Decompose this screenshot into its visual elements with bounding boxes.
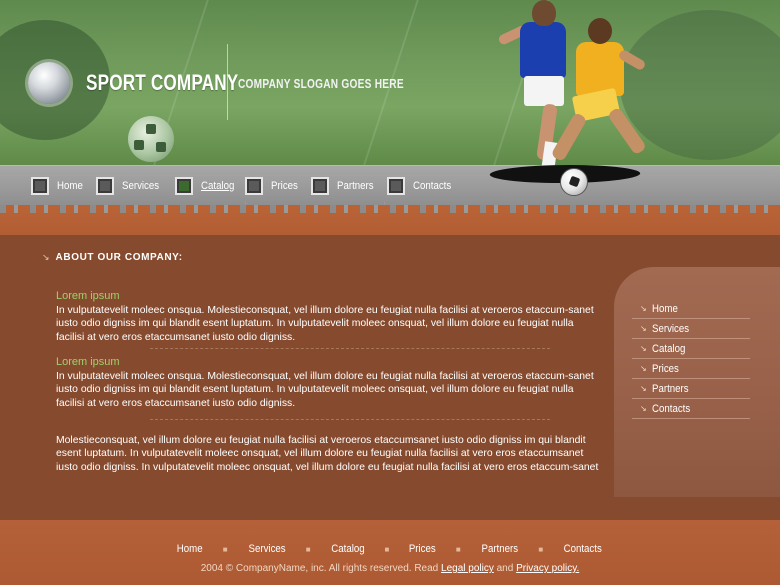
sidebar-item-label: Prices [651,362,679,375]
sidebar-item-label: Catalog [651,342,686,355]
copyright-prefix: 2004 © CompanyName, inc. All rights rese… [200,563,439,574]
arrow-icon: ↘ [640,324,647,333]
sidebar-item-prices[interactable]: ↘ Prices [632,359,750,379]
section-title: Lorem ipsum [56,290,120,302]
footer-link-services[interactable]: Services [248,543,285,555]
footer-link-prices[interactable]: Prices [409,543,436,555]
arrow-icon: ↘ [640,304,647,313]
nav-item-home[interactable]: Home [31,176,86,196]
sidebar-item-catalog[interactable]: ↘ Catalog [632,339,750,359]
sidebar-menu: ↘ Home ↘ Services ↘ Catalog ↘ Prices ↘ P… [614,267,780,497]
nav-square-icon [311,177,329,195]
content-section: Lorem ipsum In vulputatevelit moleec ons… [56,290,604,344]
logo-icon [28,62,70,104]
sidebar-item-contacts[interactable]: ↘ Contacts [632,399,750,419]
nav-item-contacts[interactable]: Contacts [387,176,456,196]
copyright-and: and [496,563,514,574]
header-divider [227,44,228,120]
nav-square-icon [31,177,49,195]
nav-item-services[interactable]: Services [96,176,164,196]
header-banner: SPORT COMPANY COMPANY SLOGAN GOES HERE [0,0,780,165]
section-title: Lorem ipsum [56,356,120,368]
closing-text: Molestieconsquat, vel illum dolore eu fe… [56,435,599,473]
sidebar-item-label: Services [651,322,689,335]
bullet-separator: ■ [222,544,228,554]
arrow-icon: ↘ [640,384,647,393]
sidebar-item-home[interactable]: ↘ Home [632,299,750,319]
section-text: In vulputatevelit moleec onsqua. Molesti… [56,305,594,343]
nav-label: Partners [337,180,374,192]
copyright-text: 2004 © CompanyName, inc. All rights rese… [0,563,780,574]
sidebar-item-label: Partners [651,382,689,395]
section-separator [150,348,550,349]
nav-item-catalog[interactable]: Catalog [175,176,239,196]
sidebar-item-partners[interactable]: ↘ Partners [632,379,750,399]
footer-navigation: Home ■ Services ■ Catalog ■ Prices ■ Par… [0,543,780,555]
nav-label: Services [122,180,160,192]
torn-edge-strip [0,205,780,235]
nav-item-partners[interactable]: Partners [311,176,379,196]
nav-item-prices[interactable]: Prices [245,176,302,196]
about-heading: ABOUT OUR COMPANY: [55,252,183,263]
legal-policy-link[interactable]: Legal policy [441,563,494,574]
bullet-separator: ■ [455,544,461,554]
arrow-icon: ↘ [640,364,647,373]
footer-link-catalog[interactable]: Catalog [331,543,364,555]
nav-label: Home [57,180,83,192]
nav-square-icon [96,177,114,195]
company-name: SPORT COMPANY [86,70,239,95]
bullet-separator: ■ [538,544,544,554]
bullet-separator: ■ [384,544,390,554]
section-separator [150,419,550,420]
privacy-policy-link[interactable]: Privacy policy. [516,563,579,574]
nav-label: Prices [271,180,298,192]
arrow-icon: ↘ [42,252,50,262]
section-heading: ↘ ABOUT OUR COMPANY: [42,252,183,263]
section-text: In vulputatevelit moleec onsqua. Molesti… [56,371,594,409]
bullet-separator: ■ [305,544,311,554]
footer-link-home[interactable]: Home [177,543,203,555]
sidebar-item-services[interactable]: ↘ Services [632,319,750,339]
nav-label: Contacts [413,180,452,192]
content-section: Lorem ipsum In vulputatevelit moleec ons… [56,356,604,410]
content-section: Molestieconsquat, vel illum dolore eu fe… [56,434,604,474]
company-slogan: COMPANY SLOGAN GOES HERE [238,76,404,91]
top-navigation: Home Services Catalog Prices Partners Co… [0,165,780,205]
nav-label: Catalog [201,180,235,192]
arrow-icon: ↘ [640,344,647,353]
nav-square-icon [245,177,263,195]
footer-link-partners[interactable]: Partners [481,543,518,555]
soccer-players-image [480,0,660,205]
footer: Home ■ Services ■ Catalog ■ Prices ■ Par… [0,520,780,585]
soccer-ball-icon [560,168,588,196]
background-ball-icon [128,116,174,162]
nav-square-icon [387,177,405,195]
sidebar-item-label: Contacts [651,402,690,415]
nav-square-icon [175,177,193,195]
arrow-icon: ↘ [640,404,647,413]
sidebar-item-label: Home [651,302,678,315]
footer-link-contacts[interactable]: Contacts [564,543,602,555]
